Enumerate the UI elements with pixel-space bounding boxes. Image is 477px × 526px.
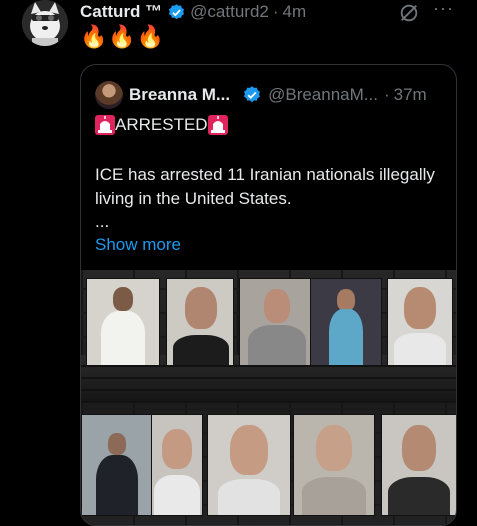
quote-header: Breanna M... @BreannaM... · 37m (129, 83, 449, 107)
verified-badge-icon (242, 85, 262, 105)
quote-avatar[interactable] (95, 81, 123, 109)
grok-icon[interactable] (398, 2, 420, 24)
quote-author-name[interactable]: Breanna M... (129, 85, 230, 105)
more-icon[interactable]: ··· (433, 0, 454, 19)
author-name[interactable]: Catturd ™ (80, 2, 162, 22)
quote-author-handle[interactable]: @BreannaM... (268, 85, 378, 105)
quote-ellipsis: ... (95, 212, 110, 231)
author-handle[interactable]: @catturd2 (190, 2, 269, 22)
mugshot-photo (381, 414, 456, 516)
separator-dot: · (272, 2, 279, 21)
mugshot-photo (81, 414, 153, 516)
mugshot-photo (166, 278, 234, 366)
mugshot-photo (293, 414, 375, 516)
siren-icon (207, 115, 228, 135)
quote-body-text: ICE has arrested 11 Iranian nationals il… (95, 165, 435, 208)
mugshot-photo (207, 414, 291, 516)
quote-alert-line: ARRESTED (95, 115, 228, 135)
alert-text: ARRESTED (115, 115, 208, 134)
attached-image[interactable] (81, 270, 456, 525)
siren-icon (95, 115, 115, 135)
quote-tweet-card[interactable]: Breanna M... @BreannaM... · 37m ARRESTED… (80, 64, 457, 526)
show-more-link[interactable]: Show more (95, 235, 181, 255)
avatar[interactable] (22, 0, 68, 46)
separator-dot: · (383, 85, 390, 104)
timestamp[interactable]: 4m (283, 2, 307, 22)
tweet-text: 🔥🔥🔥 (80, 24, 166, 49)
mugshot-photo (310, 278, 382, 366)
mugshot-photo (239, 278, 311, 366)
mugshot-photo (387, 278, 453, 366)
mugshot-photo (86, 278, 160, 366)
quote-timestamp[interactable]: 37m (394, 85, 427, 105)
mugshot-photo (151, 414, 203, 516)
verified-badge-icon (167, 3, 186, 22)
